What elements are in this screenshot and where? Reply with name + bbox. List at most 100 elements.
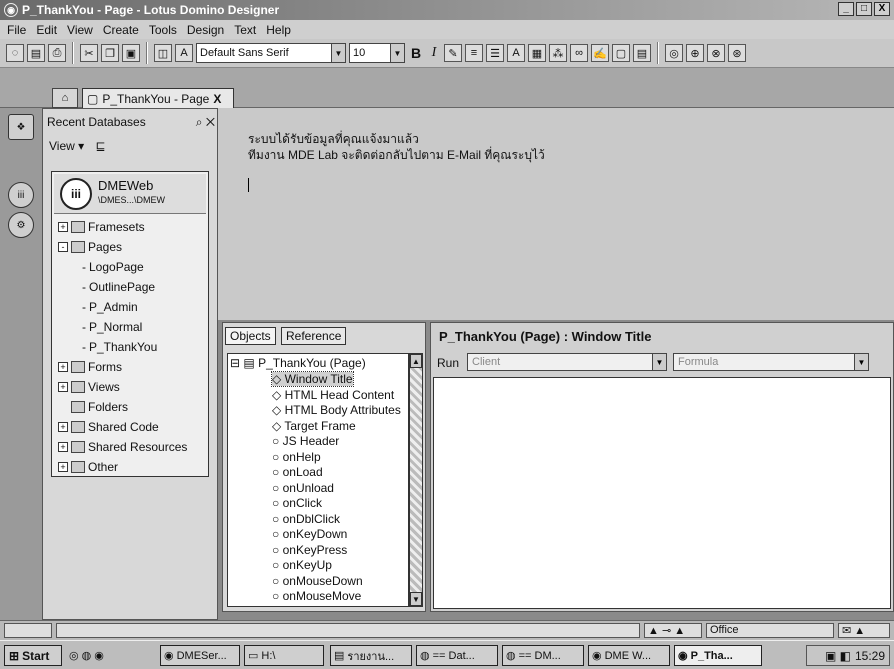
- pin-close-icons[interactable]: ⌕ ✕: [196, 115, 215, 130]
- tab-page[interactable]: ▢ P_ThankYou - Page X: [82, 88, 234, 108]
- task-button[interactable]: ▤ รายงาน...: [330, 645, 412, 666]
- shared-field-icon[interactable]: ⁂: [549, 44, 567, 62]
- paste-icon[interactable]: ▣: [122, 44, 140, 62]
- database-icon[interactable]: iii: [8, 182, 34, 208]
- collapse-icon[interactable]: ⊟ ▤: [230, 356, 258, 370]
- text-properties-icon[interactable]: A: [175, 44, 193, 62]
- menu-view[interactable]: View: [62, 23, 98, 37]
- object-event-item[interactable]: ○ onKeyDown: [272, 527, 347, 541]
- menu-text[interactable]: Text: [229, 23, 261, 37]
- image-icon[interactable]: ▢: [612, 44, 630, 62]
- connection-icon[interactable]: ▲ ⊸ ▲: [644, 623, 702, 638]
- location-select[interactable]: Office: [706, 623, 834, 638]
- expand-icon[interactable]: +: [58, 422, 68, 432]
- expand-icon[interactable]: +: [58, 382, 68, 392]
- object-event-item[interactable]: ○ onClick: [272, 496, 322, 510]
- object-event-item[interactable]: ○ onMouseMove: [272, 589, 361, 603]
- object-event-item[interactable]: ○ onKeyUp: [272, 558, 332, 572]
- tree-item[interactable]: - P_ThankYou: [82, 340, 157, 354]
- chevron-down-icon[interactable]: ▼: [854, 354, 868, 370]
- section-icon[interactable]: ▤: [633, 44, 651, 62]
- tree-item[interactable]: - LogoPage: [82, 260, 144, 274]
- editor-text-line[interactable]: ทีมงาน MDE Lab จะติดต่อกลับไปตาม E-Mail …: [248, 146, 545, 165]
- object-event-item[interactable]: ○ onLoad: [272, 465, 323, 479]
- tree-item[interactable]: + Shared Resources: [58, 440, 187, 454]
- page-editor[interactable]: ระบบได้รับข้อมูลที่คุณแจ้งมาแล้ว ทีมงาน …: [218, 108, 894, 320]
- table-icon[interactable]: ▦: [528, 44, 546, 62]
- menu-help[interactable]: Help: [261, 23, 296, 37]
- objects-scrollbar[interactable]: ▲ ▼: [409, 353, 423, 607]
- hotspot-icon[interactable]: ✍: [591, 44, 609, 62]
- object-event-item[interactable]: ○ onUnload: [272, 481, 334, 495]
- tree-item[interactable]: - Pages: [58, 240, 122, 254]
- task-button[interactable]: ◍ == Dat...: [416, 645, 498, 666]
- chevron-down-icon[interactable]: ▼: [652, 354, 666, 370]
- preview-notes-icon[interactable]: ◎: [665, 44, 683, 62]
- objects-root[interactable]: ⊟ ▤ P_ThankYou (Page): [230, 356, 366, 370]
- font-name-select[interactable]: Default Sans Serif ▼: [196, 43, 346, 63]
- task-button[interactable]: ◍ == DM...: [502, 645, 584, 666]
- print-icon[interactable]: ⎙: [48, 44, 66, 62]
- tree-item[interactable]: + Forms: [58, 360, 122, 374]
- font-size-select[interactable]: 10 ▼: [349, 43, 405, 63]
- tree-item[interactable]: - P_Normal: [82, 320, 142, 334]
- chevron-down-icon[interactable]: ▼: [390, 44, 404, 62]
- task-button[interactable]: ◉ DME W...: [588, 645, 670, 666]
- menu-tools[interactable]: Tools: [144, 23, 182, 37]
- home-tab[interactable]: ⌂: [52, 88, 78, 108]
- numbered-list-icon[interactable]: ☰: [486, 44, 504, 62]
- tree-item[interactable]: - OutlinePage: [82, 280, 155, 294]
- cut-icon[interactable]: ✂: [80, 44, 98, 62]
- object-event-item[interactable]: ◇ Window Title: [271, 371, 354, 387]
- object-event-item[interactable]: ○ onMouseDown: [272, 574, 363, 588]
- object-event-item[interactable]: ○ onMouseOut: [272, 605, 351, 607]
- copy-icon[interactable]: ❐: [101, 44, 119, 62]
- quick-launch-icon[interactable]: ◎ ◍ ◉: [69, 649, 104, 662]
- language-select[interactable]: Formula ▼: [673, 353, 869, 371]
- task-button[interactable]: ◉ DMESer...: [160, 645, 240, 666]
- bold-button[interactable]: B: [408, 45, 424, 61]
- object-event-item[interactable]: ◇ HTML Body Attributes: [272, 403, 401, 417]
- open-icon[interactable]: ◌: [6, 44, 24, 62]
- tab-reference[interactable]: Reference: [281, 327, 347, 345]
- text-style-icon[interactable]: A: [507, 44, 525, 62]
- object-event-item[interactable]: ○ onKeyPress: [272, 543, 347, 557]
- tab-objects[interactable]: Objects: [225, 327, 276, 345]
- database-header[interactable]: iii DMEWeb \DMES...\DMEW: [54, 174, 206, 214]
- tree-item[interactable]: + Views: [58, 380, 120, 394]
- preview-browser-icon[interactable]: ⊗: [707, 44, 725, 62]
- folder-up-icon[interactable]: ⊑: [96, 139, 106, 153]
- highlight-icon[interactable]: ✎: [444, 44, 462, 62]
- expand-icon[interactable]: +: [58, 462, 68, 472]
- mail-icon[interactable]: ✉ ▲: [838, 623, 890, 638]
- save-icon[interactable]: ▤: [27, 44, 45, 62]
- scroll-down-icon[interactable]: ▼: [410, 592, 422, 606]
- bullet-list-icon[interactable]: ≡: [465, 44, 483, 62]
- minimize-button[interactable]: _: [838, 2, 854, 16]
- link-icon[interactable]: ∞: [570, 44, 588, 62]
- collapse-icon[interactable]: -: [58, 242, 68, 252]
- properties-icon[interactable]: ◫: [154, 44, 172, 62]
- object-event-item[interactable]: ○ onHelp: [272, 450, 321, 464]
- object-event-item[interactable]: ◇ Target Frame: [272, 419, 356, 433]
- view-menu[interactable]: View ▾ ⊑: [49, 139, 106, 153]
- object-event-item[interactable]: ○ JS Header: [272, 434, 339, 448]
- tree-item[interactable]: + Shared Code: [58, 420, 159, 434]
- expand-icon[interactable]: +: [58, 362, 68, 372]
- object-event-item[interactable]: ○ onDblClick: [272, 512, 340, 526]
- italic-button[interactable]: I: [427, 45, 441, 61]
- expand-icon[interactable]: +: [58, 222, 68, 232]
- status-field[interactable]: [4, 623, 52, 638]
- maximize-button[interactable]: □: [856, 2, 872, 16]
- start-button[interactable]: ⊞ Start: [4, 645, 62, 666]
- menu-file[interactable]: File: [2, 23, 31, 37]
- chevron-down-icon[interactable]: ▼: [331, 44, 345, 62]
- menu-edit[interactable]: Edit: [31, 23, 62, 37]
- tray-icons[interactable]: ▣ ◧: [825, 649, 851, 663]
- status-message[interactable]: [56, 623, 640, 638]
- preview-web-icon[interactable]: ⊕: [686, 44, 704, 62]
- tree-item[interactable]: - P_Admin: [82, 300, 138, 314]
- close-tab-icon[interactable]: X: [213, 92, 221, 106]
- run-target-select[interactable]: Client ▼: [467, 353, 667, 371]
- script-editor[interactable]: [433, 377, 891, 609]
